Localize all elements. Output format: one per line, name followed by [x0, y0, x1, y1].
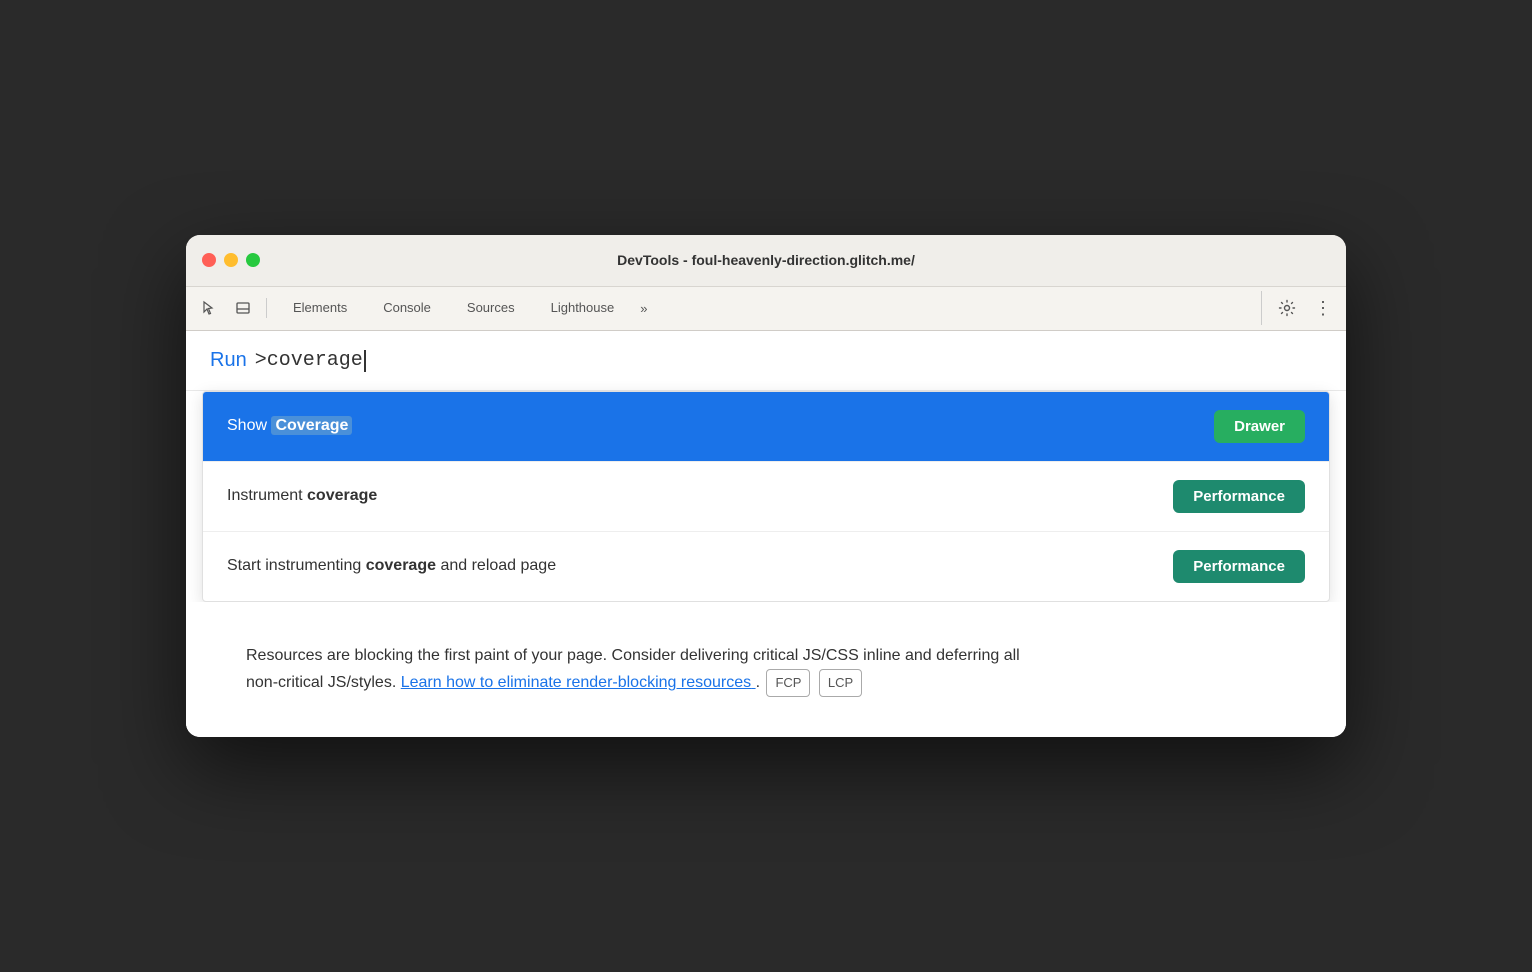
- close-button[interactable]: [202, 253, 216, 267]
- dropdown-item-instrument-coverage[interactable]: Instrument coverage Performance: [203, 462, 1329, 532]
- text-cursor: [364, 350, 366, 372]
- toolbar-right: ⋮: [1261, 291, 1338, 325]
- performance-badge-2: Performance: [1173, 550, 1305, 583]
- fcp-tag: FCP: [766, 669, 810, 697]
- learn-more-link[interactable]: Learn how to eliminate render-blocking r…: [401, 674, 756, 691]
- toolbar-divider: [266, 298, 267, 318]
- command-dropdown: Show Coverage Drawer Instrument coverage…: [202, 391, 1330, 602]
- tab-sources[interactable]: Sources: [449, 292, 533, 325]
- instrument-plain: Instrument: [227, 487, 307, 504]
- dock-icon: [235, 300, 251, 316]
- lcp-tag: LCP: [819, 669, 862, 697]
- page-content: Resources are blocking the first paint o…: [186, 602, 1346, 737]
- vertical-dots-icon: ⋮: [1314, 298, 1332, 319]
- show-coverage-text: Show Coverage: [227, 417, 352, 435]
- gear-icon: [1278, 299, 1296, 317]
- minimize-button[interactable]: [224, 253, 238, 267]
- toolbar: Elements Console Sources Lighthouse » ⋮: [186, 287, 1346, 331]
- more-options-button[interactable]: ⋮: [1308, 293, 1338, 323]
- page-description: Resources are blocking the first paint o…: [246, 642, 1046, 697]
- main-content: Run >coverage Show Coverage Drawer Instr…: [186, 331, 1346, 737]
- instrument-coverage-text: Instrument coverage: [227, 487, 377, 505]
- tab-lighthouse[interactable]: Lighthouse: [533, 292, 633, 325]
- titlebar: DevTools - foul-heavenly-direction.glitc…: [186, 235, 1346, 287]
- performance-badge-1: Performance: [1173, 480, 1305, 513]
- instrument-bold: coverage: [307, 487, 377, 504]
- dropdown-item-start-instrumenting[interactable]: Start instrumenting coverage and reload …: [203, 532, 1329, 601]
- cursor-icon: [201, 300, 217, 316]
- drawer-badge: Drawer: [1214, 410, 1305, 443]
- link-text: Learn how to eliminate render-blocking r…: [401, 674, 751, 691]
- coverage-highlight: Coverage: [271, 416, 352, 435]
- cursor-icon-button[interactable]: [194, 293, 224, 323]
- dropdown-item-show-coverage[interactable]: Show Coverage Drawer: [203, 392, 1329, 462]
- command-input-line: Run >coverage: [210, 349, 1322, 372]
- start-suffix: and reload page: [436, 557, 556, 574]
- period: .: [756, 674, 765, 691]
- dock-icon-button[interactable]: [228, 293, 258, 323]
- more-tabs-button[interactable]: »: [632, 297, 655, 320]
- start-bold: coverage: [366, 557, 436, 574]
- start-instrumenting-text: Start instrumenting coverage and reload …: [227, 557, 556, 575]
- window-title: DevTools - foul-heavenly-direction.glitc…: [617, 252, 915, 268]
- maximize-button[interactable]: [246, 253, 260, 267]
- start-plain: Start instrumenting: [227, 557, 366, 574]
- command-input-value: >coverage: [255, 349, 363, 372]
- command-box: Run >coverage: [186, 331, 1346, 391]
- run-label: Run: [210, 349, 247, 372]
- settings-button[interactable]: [1270, 291, 1304, 325]
- toolbar-tabs: Elements Console Sources Lighthouse »: [275, 292, 1257, 325]
- command-text: >coverage: [255, 349, 366, 372]
- devtools-window: DevTools - foul-heavenly-direction.glitc…: [186, 235, 1346, 737]
- traffic-lights: [202, 253, 260, 267]
- tab-elements[interactable]: Elements: [275, 292, 365, 325]
- tab-console[interactable]: Console: [365, 292, 449, 325]
